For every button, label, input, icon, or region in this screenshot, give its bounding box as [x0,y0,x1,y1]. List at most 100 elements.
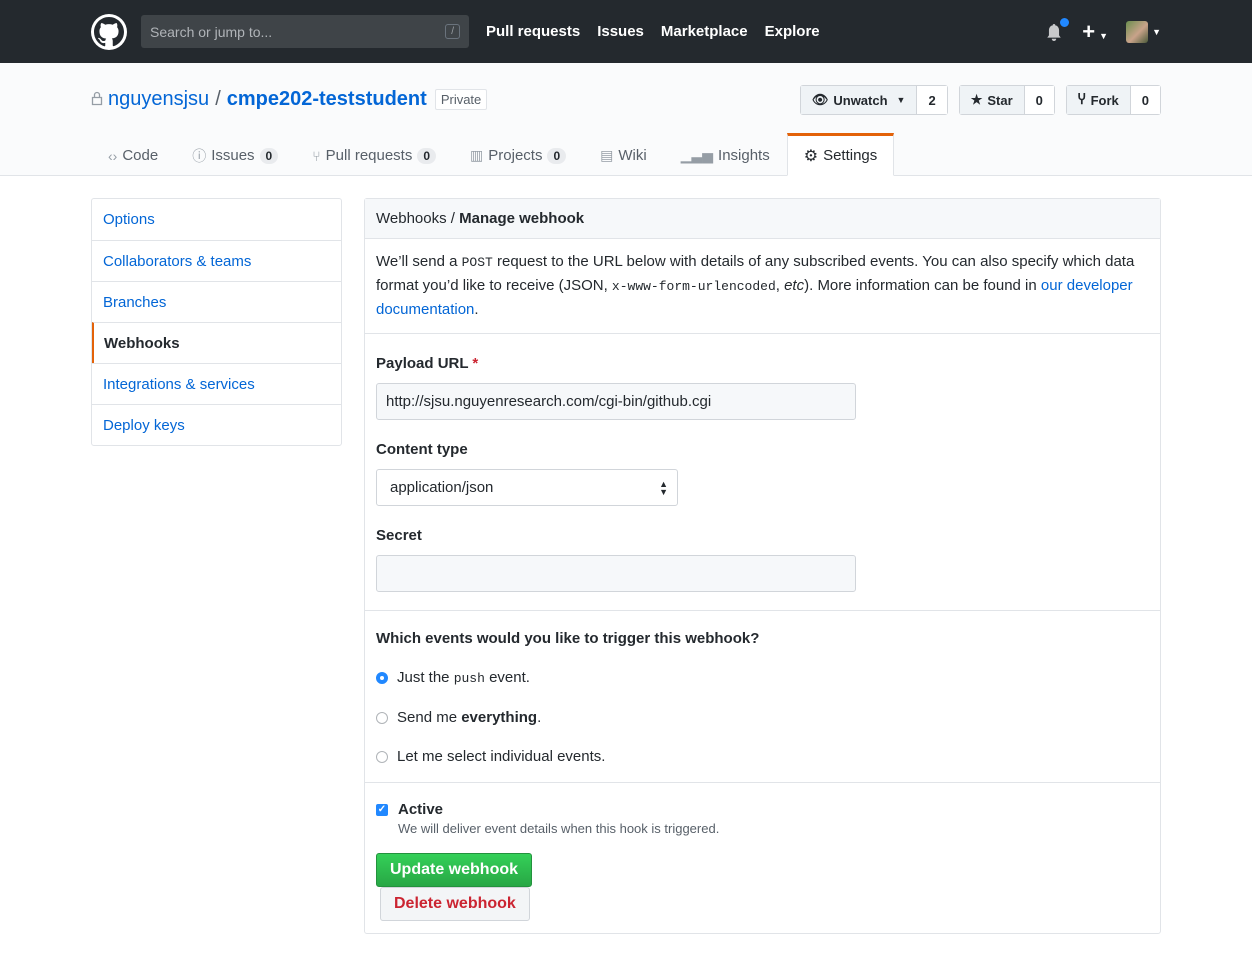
radio[interactable] [376,750,388,763]
eye-icon: 👁 [811,92,829,107]
intro-part: ). More information can be found in [804,277,1041,294]
sidebar-item-options[interactable]: Options [92,199,341,240]
tab-label: Insights [718,147,770,164]
intro-text: We’ll send a POST request to the URL bel… [365,239,1160,334]
stars-count[interactable]: 0 [1024,86,1054,114]
sidebar-item-branches[interactable]: Branches [92,281,341,322]
nav-marketplace[interactable]: Marketplace [661,23,748,40]
tab-wiki[interactable]: ▤ Wiki [583,133,664,176]
tab-label: Issues [211,147,255,164]
repo-owner-link[interactable]: nguyensjsu [108,88,209,111]
fork-button-group: Ⴤ Fork 0 [1065,85,1161,115]
sidebar-item-webhooks[interactable]: Webhooks [92,322,341,363]
counter: 0 [259,147,279,164]
nav-issues[interactable]: Issues [597,23,644,40]
unwatch-button[interactable]: 👁 Unwatch ▼ [800,86,918,114]
option-text: Send me [397,709,462,726]
path-separator: / [215,88,221,110]
option-text: event. [484,669,530,686]
webhook-form: Webhooks / Manage webhook We’ll send a P… [364,198,1161,934]
caret-down-icon: ▼ [896,95,906,105]
selected-value: application/json [390,479,494,496]
nav-pull-requests[interactable]: Pull requests [486,23,580,40]
option-text: Let me select individual events. [397,748,606,765]
event-option-individual[interactable]: Let me select individual events. [376,745,1149,768]
github-logo-icon[interactable] [91,13,127,50]
tab-pull-requests[interactable]: ⑂ Pull requests 0 [295,133,453,176]
private-badge: Private [434,89,488,110]
event-option-everything[interactable]: Send me everything. [376,706,1149,729]
tab-label: Pull requests [325,147,413,164]
star-icon: ★ [970,92,983,107]
radio-selected[interactable] [376,672,388,684]
tab-issues[interactable]: ⓘ Issues 0 [175,133,295,176]
watchers-count[interactable]: 2 [917,86,947,114]
option-code: push [453,671,485,686]
gear-icon: ⚙ [803,147,819,165]
intro-part: We’ll send a [376,253,462,270]
repo-tabs: ‹› Code ⓘ Issues 0 ⑂ Pull requests 0 ▥ Project… [91,133,895,176]
caret-down-icon: ▼ [1099,30,1109,41]
sidebar-item-deploy-keys[interactable]: Deploy keys [92,404,341,445]
secret-input[interactable] [376,555,856,592]
tab-code[interactable]: ‹› Code [91,133,175,176]
caret-down-icon: ▼ [1152,26,1161,37]
avatar [1126,20,1149,43]
option-bold: everything [461,709,538,726]
content-type-select[interactable]: application/json ▲ ▼ [376,469,678,506]
radio[interactable] [376,711,388,724]
watch-button-group: 👁 Unwatch ▼ 2 [799,85,948,115]
config-section: Payload URL * http://sjsu.nguyenresearch… [365,334,1160,611]
select-arrows-icon: ▲ ▼ [659,478,668,497]
intro-code: POST [461,255,493,270]
issue-icon: ⓘ [192,147,207,164]
counter: 0 [417,147,437,164]
sidebar-item-collaborators[interactable]: Collaborators & teams [92,240,341,281]
intro-em: etc [784,277,805,294]
create-new-button[interactable]: + ▼ [1082,19,1108,45]
repo-header: nguyensjsu / cmpe202-teststudent Private… [0,63,1252,176]
forks-count[interactable]: 0 [1130,86,1160,114]
tab-label: Wiki [618,147,647,164]
settings-sidebar: Options Collaborators & teams Branches W… [91,198,342,446]
tab-label: Settings [823,147,878,164]
tab-settings[interactable]: ⚙ Settings [786,133,895,176]
book-icon: ▤ [600,147,614,163]
code-icon: ‹› [108,147,118,164]
star-button[interactable]: ★ Star [959,86,1025,114]
delete-webhook-button[interactable]: Delete webhook [380,887,530,921]
fork-icon: Ⴤ [1077,92,1086,107]
breadcrumb-webhooks[interactable]: Webhooks [376,210,447,227]
nav-explore[interactable]: Explore [765,23,820,40]
page-title: Manage webhook [459,210,585,227]
update-webhook-button[interactable]: Update webhook [376,853,533,887]
secret-label: Secret [376,527,422,544]
pull-request-icon: ⑂ [312,147,321,164]
required-marker: * [472,355,479,372]
graph-icon: ▁▃▅ [680,147,714,163]
unwatch-label: Unwatch [833,92,888,108]
option-text: Just the [397,669,454,686]
active-section: ✓ Active We will deliver event details wh… [365,783,1160,933]
search-input[interactable]: Search or jump to... / [141,15,469,48]
repo-name-link[interactable]: cmpe202-teststudent [227,88,427,111]
top-header: Search or jump to... / Pull requests Issu… [0,0,1252,63]
content-type-label: Content type [376,441,468,458]
active-note: We will deliver event details when this … [398,821,720,836]
active-checkbox[interactable]: ✓ [376,803,388,816]
tab-projects[interactable]: ▥ Projects 0 [453,133,583,176]
event-option-push[interactable]: Just the push event. [376,666,1149,690]
sidebar-item-integrations[interactable]: Integrations & services [92,363,341,404]
user-menu-button[interactable]: ▼ [1126,20,1161,43]
tab-insights[interactable]: ▁▃▅ Insights [664,133,787,176]
slash-shortcut-badge: / [445,24,460,39]
fork-button[interactable]: Ⴤ Fork [1066,86,1131,114]
star-label: Star [987,92,1013,108]
payload-url-label: Payload URL * [376,352,1149,375]
repo-title: nguyensjsu / cmpe202-teststudent Private [91,88,488,111]
tab-label: Code [122,147,159,164]
star-button-group: ★ Star 0 [958,85,1055,115]
notifications-bell-icon[interactable] [1046,16,1071,41]
payload-url-input[interactable]: http://sjsu.nguyenresearch.com/cgi-bin/g… [376,383,856,420]
unread-dot [1059,16,1071,28]
